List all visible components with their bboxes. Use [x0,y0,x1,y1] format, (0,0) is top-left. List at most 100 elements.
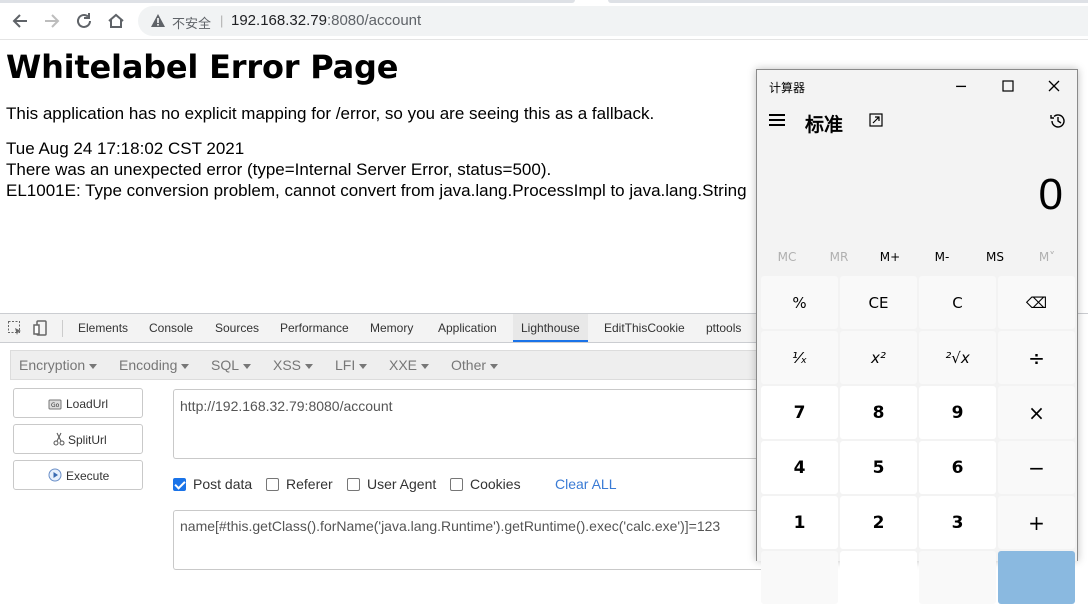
option-referer[interactable]: Referer [266,476,333,492]
caret-down-icon [305,363,314,369]
memory-clear-button[interactable]: MC [761,250,813,264]
insecure-label[interactable]: 不安全 [172,13,211,32]
maximize-icon[interactable] [985,75,1031,99]
tab-performance[interactable]: Performance [280,321,349,335]
keep-on-top-icon[interactable] [869,113,883,127]
execute-button[interactable]: Execute [13,460,143,490]
tab-active[interactable] [0,0,575,3]
error-status: There was an unexpected error (type=Inte… [6,160,552,179]
calculator-display: 0 [1038,170,1063,219]
menu-encryption-label: Encryption [19,357,86,373]
digit-8-button[interactable]: 8 [840,386,917,439]
digit-6-button[interactable]: 6 [919,441,996,494]
digit-2-button[interactable]: 2 [840,496,917,549]
digit-4-button[interactable]: 4 [761,441,838,494]
hackbar-menubar: Encryption Encoding SQL XSS LFI XXE Othe… [10,350,760,380]
history-icon[interactable] [1049,112,1067,130]
tab-application[interactable]: Application [438,321,497,335]
svg-text:Go: Go [51,402,60,409]
split-url-button[interactable]: SplitUrl [13,424,143,454]
user-agent-label: User Agent [367,476,437,492]
memory-add-button[interactable]: M+ [864,250,916,264]
tab-elements[interactable]: Elements [78,321,128,335]
option-cookies[interactable]: Cookies [450,476,521,492]
memory-recall-button[interactable]: MR [813,250,865,264]
tab-strip [0,0,1088,4]
load-url-label: LoadUrl [66,397,109,411]
memory-store-button[interactable]: MS [969,250,1021,264]
menu-lfi[interactable]: LFI [335,357,368,373]
negate-button[interactable] [761,551,838,604]
memory-subtract-button[interactable]: M- [916,250,968,264]
clear-all-link[interactable]: Clear ALL [555,476,616,492]
minimize-icon[interactable]: ─ [938,75,984,99]
calculator-mode: 标准 [805,114,844,136]
device-toolbar-icon[interactable] [33,320,49,336]
digit-5-button[interactable]: 5 [840,441,917,494]
load-url-button[interactable]: Go LoadUrl [13,388,143,418]
inspect-icon[interactable] [7,320,23,336]
clear-entry-button[interactable]: CE [840,276,917,329]
option-post-data[interactable]: Post data [173,476,252,492]
multiply-button[interactable]: × [998,386,1075,439]
cookies-checkbox[interactable] [450,478,463,491]
devtools-tabbar: Elements Console Sources Performance Mem… [0,314,760,343]
tab-sources[interactable]: Sources [215,321,259,335]
address-bar[interactable]: 不安全 | 192.168.32.79:8080/account [138,6,1088,36]
url-textarea[interactable]: http://192.168.32.79:8080/account [173,389,763,459]
close-icon[interactable] [1031,75,1077,99]
menu-sql[interactable]: SQL [211,357,252,373]
menu-encryption[interactable]: Encryption [19,357,98,373]
reciprocal-button[interactable]: ¹⁄ₓ [761,331,838,384]
home-icon[interactable] [105,10,127,32]
error-page: Whitelabel Error Page This application h… [6,48,756,201]
tab-pttools[interactable]: pttools [706,321,741,335]
menu-xss-label: XSS [273,357,302,373]
equals-button[interactable] [998,551,1075,604]
warning-icon[interactable] [150,13,166,29]
digit-1-button[interactable]: 1 [761,496,838,549]
play-icon [48,468,62,482]
forward-icon[interactable] [41,10,63,32]
percent-button[interactable]: % [761,276,838,329]
option-user-agent[interactable]: User Agent [347,476,436,492]
url-path: :8080/account [326,12,422,29]
tab-memory[interactable]: Memory [370,321,413,335]
menu-xxe[interactable]: XXE [389,357,430,373]
tab-console[interactable]: Console [149,321,193,335]
divide-button[interactable]: ÷ [998,331,1075,384]
post-data-checkbox[interactable] [173,478,186,491]
square-root-button[interactable]: ²√x [919,331,996,384]
digit-7-button[interactable]: 7 [761,386,838,439]
digit-0-button[interactable] [840,551,917,604]
menu-other[interactable]: Other [451,357,499,373]
tab-lighthouse[interactable]: Lighthouse [513,314,588,342]
options-row: Post data Referer User Agent Cookies Cle… [173,476,763,496]
subtract-button[interactable]: − [998,441,1075,494]
error-details: Tue Aug 24 17:18:02 CST 2021 There was a… [6,138,756,201]
post-data-label: Post data [193,476,253,492]
menu-encoding[interactable]: Encoding [119,357,190,373]
tab-other[interactable] [608,0,1088,3]
add-button[interactable]: + [998,496,1075,549]
digit-9-button[interactable]: 9 [919,386,996,439]
tab-editthiscookie[interactable]: EditThisCookie [604,321,685,335]
memory-list-button[interactable]: M˅ [1021,250,1073,264]
referer-checkbox[interactable] [266,478,279,491]
browser-toolbar: 不安全 | 192.168.32.79:8080/account [0,0,1088,40]
backspace-button[interactable]: ⌫ [998,276,1075,329]
digit-3-button[interactable]: 3 [919,496,996,549]
hamburger-menu-icon[interactable] [769,114,785,128]
url-text[interactable]: 192.168.32.79:8080/account [231,12,421,29]
clear-button[interactable]: C [919,276,996,329]
fallback-message: This application has no explicit mapping… [6,104,655,123]
back-icon[interactable] [9,10,31,32]
menu-xss[interactable]: XSS [273,357,314,373]
decimal-button[interactable] [919,551,996,604]
caret-down-icon [421,363,430,369]
square-button[interactable]: x² [840,331,917,384]
post-data-textarea[interactable]: name[#this.getClass().forName('java.lang… [173,510,763,570]
reload-icon[interactable] [73,10,95,32]
calculator-window: 计算器 ─ 标准 0 MC MR M+ M- MS M˅ % CE C ⌫ ¹⁄… [756,69,1078,604]
user-agent-checkbox[interactable] [347,478,360,491]
